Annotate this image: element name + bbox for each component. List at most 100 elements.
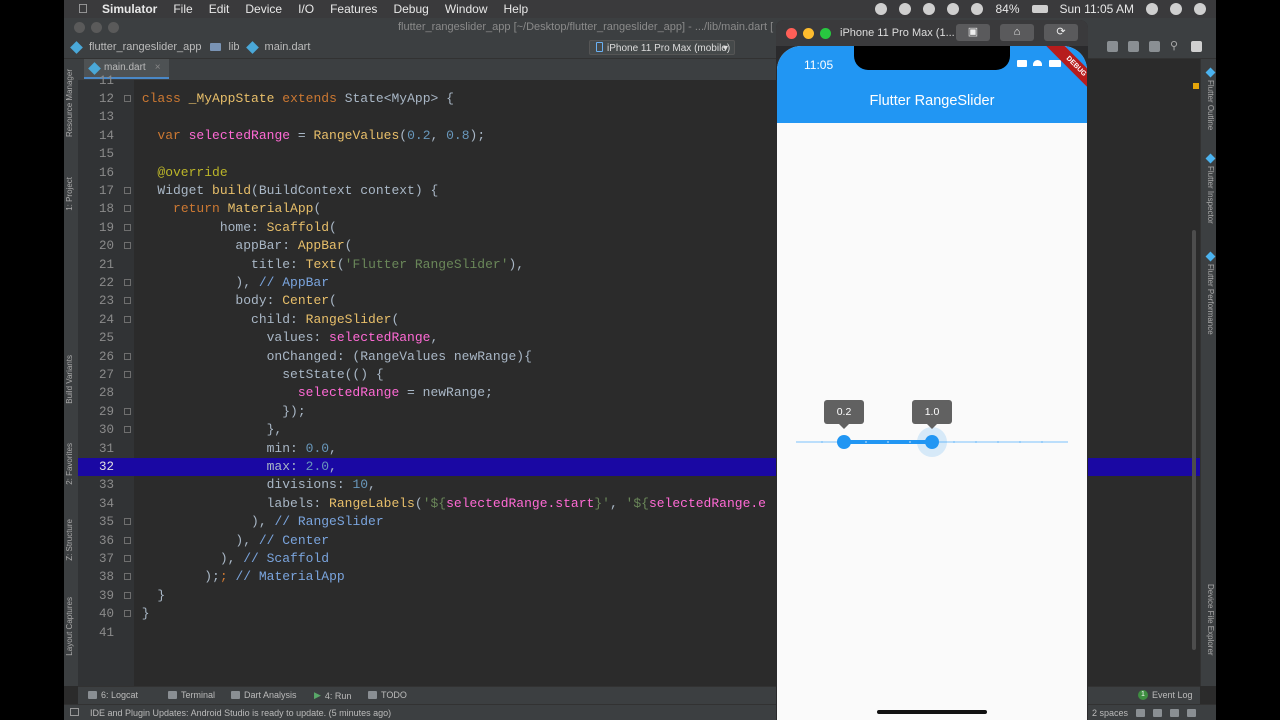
- menu-io[interactable]: I/O: [298, 2, 314, 16]
- fold-toggle-icon[interactable]: [124, 279, 131, 286]
- spotlight-icon[interactable]: [1146, 3, 1158, 15]
- zoom-window-button[interactable]: [820, 28, 831, 39]
- home-button[interactable]: ⌂: [1000, 24, 1034, 41]
- gutter-line[interactable]: 13: [78, 108, 134, 126]
- gutter-line[interactable]: 27: [78, 366, 134, 384]
- layout-icon[interactable]: [1128, 41, 1139, 52]
- slider-start-thumb[interactable]: [837, 435, 851, 449]
- menu-edit[interactable]: Edit: [209, 2, 230, 16]
- fold-toggle-icon[interactable]: [124, 223, 131, 231]
- device-manager-icon[interactable]: [1107, 41, 1118, 52]
- fold-toggle-icon[interactable]: [124, 205, 131, 213]
- minimize-window-button[interactable]: [91, 22, 102, 33]
- tool-layout-captures[interactable]: Layout Captures: [65, 597, 77, 656]
- fold-toggle-icon[interactable]: [124, 297, 131, 305]
- gutter-line[interactable]: 31: [78, 440, 134, 458]
- menu-features[interactable]: Features: [330, 2, 377, 16]
- wifi-icon[interactable]: [971, 3, 984, 15]
- gutter-line[interactable]: 15: [78, 145, 134, 163]
- fold-toggle-icon[interactable]: [124, 591, 131, 599]
- gutter-line[interactable]: 25: [78, 329, 134, 347]
- close-window-button[interactable]: [74, 22, 85, 33]
- gutter-line[interactable]: 19: [78, 219, 134, 237]
- vpn-icon[interactable]: [923, 3, 936, 15]
- gutter-line[interactable]: 22: [78, 274, 134, 292]
- gutter-line[interactable]: 32: [78, 458, 134, 477]
- close-window-button[interactable]: [786, 28, 797, 39]
- gutter-line[interactable]: 34: [78, 495, 134, 513]
- control-center-icon[interactable]: [1194, 3, 1206, 15]
- tool-device-file-explorer[interactable]: Device File Explorer: [1203, 584, 1215, 656]
- gutter-line[interactable]: 36: [78, 532, 134, 550]
- fold-toggle-icon[interactable]: [124, 555, 131, 562]
- minimize-window-button[interactable]: [803, 28, 814, 39]
- memory-icon[interactable]: [1187, 709, 1197, 717]
- editor-scrollbar[interactable]: [1192, 230, 1196, 650]
- gutter-line[interactable]: 16: [78, 164, 134, 182]
- gutter-line[interactable]: 38: [78, 568, 134, 586]
- fold-toggle-icon[interactable]: [124, 536, 131, 544]
- bluetooth-icon[interactable]: [947, 3, 960, 15]
- gutter-line[interactable]: 29: [78, 403, 134, 421]
- gutter-line[interactable]: 35: [78, 513, 134, 531]
- fold-toggle-icon[interactable]: [124, 573, 131, 581]
- rotate-button[interactable]: ⟳: [1044, 24, 1078, 41]
- fold-toggle-icon[interactable]: [124, 187, 131, 194]
- creative-cloud-icon[interactable]: [875, 3, 888, 15]
- tool-build-variants[interactable]: Build Variants: [65, 355, 77, 404]
- iphone-screen[interactable]: 11:05 Flutter RangeSlider DEBUG 0.2 1.0: [777, 46, 1087, 720]
- gutter-line[interactable]: 18: [78, 200, 134, 218]
- structure-icon[interactable]: [1149, 41, 1160, 52]
- fold-toggle-icon[interactable]: [124, 242, 131, 250]
- gutter-line[interactable]: 12: [78, 90, 134, 108]
- gutter-line[interactable]: 37: [78, 550, 134, 568]
- profile-icon[interactable]: [1191, 41, 1202, 52]
- gutter-line[interactable]: 24: [78, 311, 134, 329]
- fold-toggle-icon[interactable]: [124, 315, 131, 323]
- menubar-clock[interactable]: Sun 11:05 AM: [1060, 2, 1135, 16]
- menu-help[interactable]: Help: [504, 2, 529, 16]
- git-icon[interactable]: [1153, 709, 1163, 717]
- fold-toggle-icon[interactable]: [124, 610, 131, 618]
- fold-toggle-icon[interactable]: [124, 352, 131, 360]
- tool-run[interactable]: ▶ 4: Run: [314, 690, 351, 701]
- menu-device[interactable]: Device: [245, 2, 282, 16]
- tool-logcat[interactable]: 6: Logcat: [88, 690, 138, 700]
- gutter-line[interactable]: 14: [78, 127, 134, 145]
- tool-todo[interactable]: TODO: [368, 690, 407, 700]
- gutter-line[interactable]: 23: [78, 292, 134, 310]
- fold-toggle-icon[interactable]: [124, 371, 131, 378]
- tool-flutter-performance[interactable]: Flutter Performance: [1203, 251, 1215, 335]
- gutter-line[interactable]: 40: [78, 605, 134, 623]
- battery-percent[interactable]: 84%: [995, 2, 1019, 16]
- home-indicator[interactable]: [877, 710, 987, 714]
- fold-toggle-icon[interactable]: [124, 407, 131, 415]
- gutter-line[interactable]: 20: [78, 237, 134, 255]
- menu-simulator[interactable]: Simulator: [102, 2, 157, 16]
- inspector-icon[interactable]: [1170, 709, 1180, 717]
- tool-dart-analysis[interactable]: Dart Analysis: [231, 690, 297, 700]
- tool-event-log[interactable]: 1 Event Log: [1138, 690, 1193, 700]
- tool-terminal[interactable]: Terminal: [168, 690, 215, 700]
- indent-setting[interactable]: 2 spaces: [1092, 708, 1128, 718]
- battery-icon[interactable]: [1031, 5, 1048, 13]
- fold-toggle-icon[interactable]: [124, 426, 131, 434]
- gutter-line[interactable]: 17: [78, 182, 134, 200]
- breadcrumb-project[interactable]: flutter_rangeslider_app: [89, 41, 202, 53]
- lock-icon[interactable]: [1136, 709, 1146, 717]
- warning-marker[interactable]: [1193, 83, 1199, 89]
- breadcrumb-file[interactable]: main.dart: [265, 41, 311, 53]
- gutter-line[interactable]: 39: [78, 587, 134, 605]
- tool-flutter-outline[interactable]: Flutter Outline: [1203, 67, 1215, 130]
- siri-icon[interactable]: [1170, 3, 1182, 15]
- tool-resource-manager[interactable]: Resource Manager: [65, 69, 77, 137]
- gutter-line[interactable]: 21: [78, 256, 134, 274]
- apple-icon[interactable]: : [78, 1, 88, 16]
- zoom-window-button[interactable]: [108, 22, 119, 33]
- gutter-line[interactable]: 28: [78, 384, 134, 402]
- status-message[interactable]: IDE and Plugin Updates: Android Studio i…: [90, 708, 391, 718]
- fold-toggle-icon[interactable]: [124, 95, 131, 102]
- gutter-line[interactable]: 11: [78, 72, 134, 90]
- gutter-line[interactable]: 26: [78, 348, 134, 366]
- tool-structure[interactable]: Z: Structure: [65, 519, 77, 561]
